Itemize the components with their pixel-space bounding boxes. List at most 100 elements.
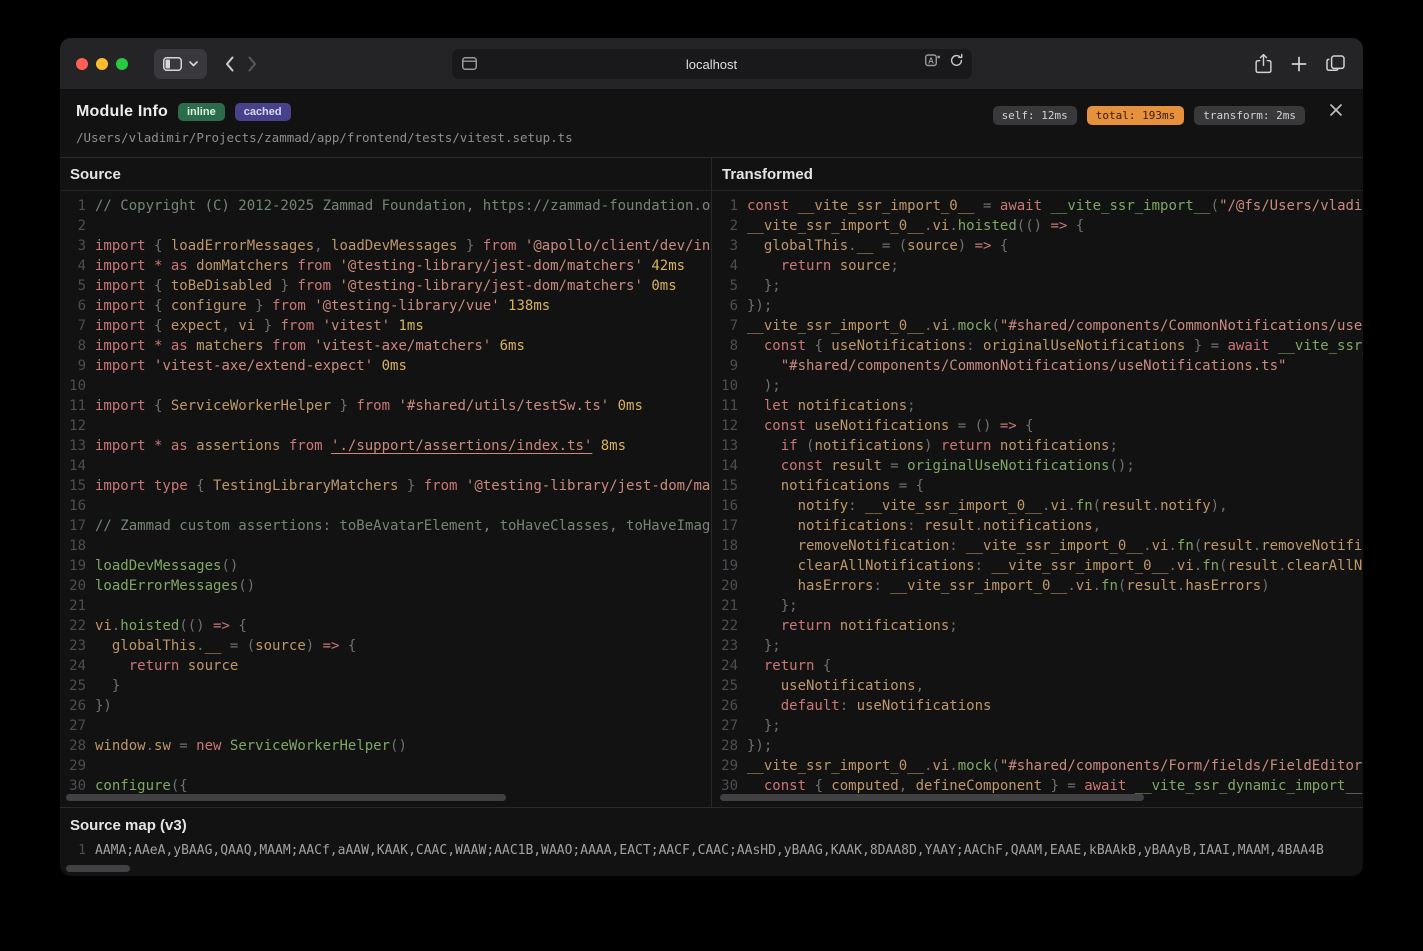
code-token: loadDevMessages (331, 238, 457, 254)
code-line: 28}); (712, 736, 1363, 756)
code-token: { (814, 658, 831, 674)
code-token: ; (890, 258, 898, 274)
line-number: 30 (712, 776, 738, 796)
line-number: 1 (60, 841, 86, 861)
code-token: { (1067, 218, 1084, 234)
code-token: '@apollo/client/dev/index.js' (525, 238, 711, 254)
code-token: = () (949, 418, 1000, 434)
code-token: (() (179, 618, 213, 634)
forward-button[interactable] (248, 56, 257, 72)
code-token: 'vitest-axe/extend-expect' (154, 358, 373, 374)
code-token: } (331, 398, 356, 414)
address-bar[interactable]: localhost A (452, 49, 972, 79)
code-line: 8import * as matchers from 'vitest-axe/m… (60, 336, 711, 356)
code-line: 16 notify: __vite_ssr_import_0__.vi.fn(r… (712, 496, 1363, 516)
code-line: 16 (60, 496, 711, 516)
transformed-horizontal-scrollbar[interactable] (720, 794, 1144, 801)
code-token: => (213, 618, 230, 634)
code-text: loadDevMessages() (86, 556, 711, 576)
code-token: (() (1017, 218, 1051, 234)
code-token: { (154, 298, 171, 314)
close-icon (1329, 103, 1343, 117)
line-number: 5 (712, 276, 738, 296)
share-icon (1255, 53, 1272, 74)
line-number: 6 (712, 296, 738, 316)
code-token: = ( (221, 638, 255, 654)
fullscreen-window-button[interactable] (116, 58, 128, 70)
code-token: } = (1185, 338, 1227, 354)
code-line: 9 "#shared/components/CommonNotification… (712, 356, 1363, 376)
code-line: 30configure({ (60, 776, 711, 796)
code-token: ) (958, 238, 975, 254)
code-token: import * as (95, 438, 196, 454)
plus-icon (1291, 56, 1307, 72)
code-text (86, 496, 711, 516)
code-token: __vite_ssr_dynamic_import__ (1135, 778, 1363, 794)
code-text (86, 376, 711, 396)
tab-overview-icon (1326, 55, 1345, 72)
tab-overview-button[interactable] (1326, 55, 1345, 72)
code-line: 1// Copyright (C) 2012-2025 Zammad Found… (60, 196, 711, 216)
code-line: 15import type { TestingLibraryMatchers }… (60, 476, 711, 496)
source-horizontal-scrollbar[interactable] (66, 794, 506, 801)
line-number: 10 (60, 376, 86, 396)
source-code[interactable]: 1// Copyright (C) 2012-2025 Zammad Found… (60, 191, 711, 807)
code-token: => (975, 238, 992, 254)
code-token: result (1202, 538, 1253, 554)
code-text: return notifications; (738, 616, 1363, 636)
code-text: // Copyright (C) 2012-2025 Zammad Founda… (86, 196, 711, 216)
module-info-header: Module Info inline cached /Users/vladimi… (60, 90, 1363, 158)
code-text: configure({ (86, 776, 711, 796)
code-line: 24 return { (712, 656, 1363, 676)
new-tab-button[interactable] (1291, 56, 1307, 72)
sidebar-toggle-button[interactable] (154, 49, 207, 79)
code-text: }); (738, 296, 1363, 316)
file-link[interactable]: './support/assertions/index.ts' (331, 438, 592, 454)
translate-button[interactable]: A (925, 53, 941, 68)
code-token: { (230, 618, 247, 634)
reload-button[interactable] (949, 53, 964, 68)
code-text: import * as matchers from 'vitest-axe/ma… (86, 336, 711, 356)
code-line: 15 notifications = { (712, 476, 1363, 496)
code-token: ); (747, 378, 781, 394)
transformed-code[interactable]: 1const __vite_ssr_import_0__ = await __v… (712, 191, 1363, 807)
sidebar-icon (163, 57, 182, 71)
code-token: ) (1261, 578, 1269, 594)
line-number: 12 (60, 416, 86, 436)
code-text: __vite_ssr_import_0__.vi.mock("#shared/c… (738, 756, 1363, 776)
sourcemap-horizontal-scrollbar[interactable] (66, 865, 130, 872)
code-token: : (907, 518, 924, 534)
code-token: ( (1093, 498, 1101, 514)
code-token: sw (154, 738, 171, 754)
code-token: . (1253, 538, 1261, 554)
code-token: result (1101, 498, 1152, 514)
code-token: matchers (196, 338, 272, 354)
line-number: 26 (712, 696, 738, 716)
code-token: () (221, 558, 238, 574)
code-text: import * as domMatchers from '@testing-l… (86, 256, 711, 276)
code-token: result (924, 518, 975, 534)
code-token: = (171, 738, 196, 754)
code-token: = { (890, 478, 924, 494)
close-button[interactable] (1329, 103, 1343, 120)
code-token: } = (1042, 778, 1084, 794)
inline-badge: inline (178, 103, 225, 121)
code-panes: Source 1// Copyright (C) 2012-2025 Zamma… (60, 158, 1363, 807)
code-token: configure (171, 298, 247, 314)
code-token: notifications (798, 398, 908, 414)
code-text: notifications: result.notifications, (738, 516, 1363, 536)
line-number: 16 (712, 496, 738, 516)
code-token: defineComponent (916, 778, 1042, 794)
code-token: await (1000, 198, 1051, 214)
code-text: notifications = { (738, 476, 1363, 496)
line-number: 15 (712, 476, 738, 496)
code-token: ServiceWorkerHelper (230, 738, 390, 754)
minimize-window-button[interactable] (96, 58, 108, 70)
code-line: 23 globalThis.__ = (source) => { (60, 636, 711, 656)
code-text: // Zammad custom assertions: toBeAvatarE… (86, 516, 711, 536)
share-button[interactable] (1255, 53, 1272, 74)
code-token: originalUseNotifications (907, 458, 1109, 474)
back-button[interactable] (225, 56, 234, 72)
close-window-button[interactable] (76, 58, 88, 70)
line-number: 3 (712, 236, 738, 256)
